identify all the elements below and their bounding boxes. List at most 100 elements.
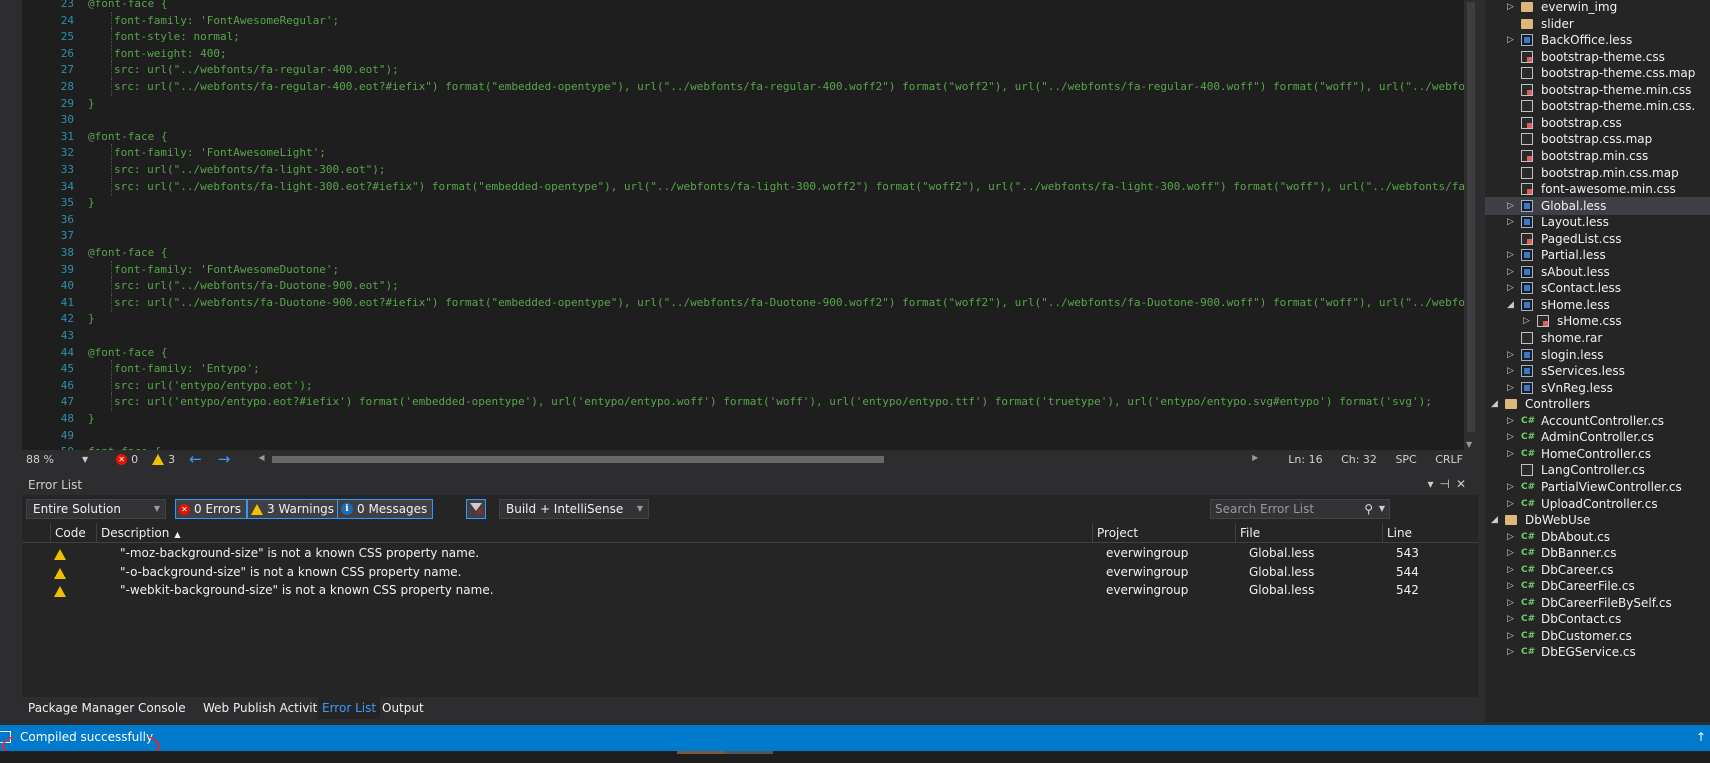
tree-item[interactable]: ◢ Controllers bbox=[1485, 395, 1710, 413]
tree-item[interactable]: bootstrap.min.css.map bbox=[1485, 164, 1710, 182]
tree-item[interactable]: ▷ sContact.less bbox=[1485, 279, 1710, 297]
tree-item[interactable]: ▷ C# DbBanner.cs bbox=[1485, 544, 1710, 562]
code-line[interactable]: 39 font-family: 'FontAwesomeDuotone'; bbox=[22, 260, 1462, 279]
expand-arrow-icon[interactable]: ▷ bbox=[1507, 31, 1514, 49]
tree-item[interactable]: ▷ sAbout.less bbox=[1485, 263, 1710, 281]
errors-filter-button[interactable]: ✕ 0 Errors bbox=[175, 499, 247, 519]
collapse-arrow-icon[interactable]: ◢ bbox=[1491, 395, 1498, 413]
expand-arrow-icon[interactable]: ▷ bbox=[1507, 445, 1514, 463]
tab-output[interactable]: Output bbox=[382, 697, 424, 719]
scroll-right-arrow-icon[interactable]: ▶ bbox=[1252, 453, 1258, 462]
tree-item[interactable]: ▷ C# DbCareerFileBySelf.cs bbox=[1485, 594, 1710, 612]
expand-arrow-icon[interactable]: ▷ bbox=[1507, 379, 1514, 397]
scroll-down-arrow-icon[interactable]: ▼ bbox=[1466, 440, 1472, 449]
tree-item[interactable]: bootstrap.css.map bbox=[1485, 130, 1710, 148]
column-icon[interactable] bbox=[22, 523, 50, 543]
expand-arrow-icon[interactable]: ▷ bbox=[1507, 197, 1514, 215]
expand-arrow-icon[interactable]: ▷ bbox=[1507, 544, 1514, 562]
tree-item[interactable]: ▷ C# UploadController.cs bbox=[1485, 495, 1710, 513]
expand-arrow-icon[interactable]: ▷ bbox=[1507, 495, 1514, 513]
tree-item[interactable]: ▷ sHome.css bbox=[1485, 312, 1710, 330]
nav-back-icon[interactable]: ← bbox=[189, 450, 202, 468]
code-line[interactable]: 28 src: url("../webfonts/fa-regular-400.e… bbox=[22, 78, 1478, 96]
tree-item[interactable]: ▷ C# PartialViewController.cs bbox=[1485, 478, 1710, 496]
tree-item[interactable]: ▷ C# AdminController.cs bbox=[1485, 428, 1710, 446]
window-menu-icon[interactable]: ▾ bbox=[1427, 477, 1439, 491]
tree-item[interactable]: ▷ C# DbAbout.cs bbox=[1485, 528, 1710, 546]
code-line[interactable]: 29} bbox=[22, 95, 1462, 113]
expand-arrow-icon[interactable]: ▷ bbox=[1507, 577, 1514, 595]
code-line[interactable]: 26 font-weight: 400; bbox=[22, 44, 1462, 63]
pin-icon[interactable]: ⊣ bbox=[1439, 477, 1455, 491]
code-line[interactable]: 24 font-family: 'FontAwesomeRegular'; bbox=[22, 11, 1462, 30]
tab-package-manager-console[interactable]: Package Manager Console bbox=[28, 697, 186, 719]
tree-item[interactable]: ▷ C# HomeController.cs bbox=[1485, 445, 1710, 463]
messages-filter-button[interactable]: i 0 Messages bbox=[337, 499, 434, 519]
expand-arrow-icon[interactable]: ▷ bbox=[1507, 346, 1514, 364]
column-description[interactable]: Description ▲ bbox=[96, 523, 1092, 543]
tree-item[interactable]: ▷ slogin.less bbox=[1485, 346, 1710, 364]
code-line[interactable]: 30 bbox=[22, 111, 1462, 129]
tree-item[interactable]: ▷ Global.less bbox=[1485, 196, 1710, 215]
vertical-scroll-thumb[interactable] bbox=[1467, 2, 1475, 432]
zoom-level[interactable]: 88 % bbox=[22, 453, 82, 466]
tree-item[interactable]: bootstrap-theme.min.css bbox=[1485, 81, 1710, 99]
scroll-left-arrow-icon[interactable]: ◀ bbox=[258, 453, 264, 462]
tree-item[interactable]: ▷ sServices.less bbox=[1485, 362, 1710, 380]
code-line[interactable]: 34 src: url("../webfonts/fa-light-300.eot… bbox=[22, 177, 1478, 196]
tree-item[interactable]: shome.rar bbox=[1485, 329, 1710, 347]
tree-item[interactable]: ▷ C# DbContact.cs bbox=[1485, 610, 1710, 628]
code-line[interactable]: 37 bbox=[22, 227, 1462, 245]
tab-error-list[interactable]: Error List bbox=[318, 697, 381, 719]
scope-dropdown[interactable]: Entire Solution ▼ bbox=[26, 499, 166, 519]
search-error-list-input[interactable]: Search Error List ⚲ ▼ bbox=[1210, 499, 1390, 519]
filter-clear-button[interactable]: ✕ bbox=[466, 499, 486, 519]
tree-item[interactable]: ▷ C# DbCustomer.cs bbox=[1485, 627, 1710, 645]
expand-arrow-icon[interactable]: ▷ bbox=[1507, 213, 1514, 231]
expand-arrow-icon[interactable]: ▷ bbox=[1507, 263, 1514, 281]
collapse-arrow-icon[interactable]: ◢ bbox=[1507, 296, 1514, 314]
publish-arrow-icon[interactable]: ↑ bbox=[1696, 730, 1706, 744]
tree-item[interactable]: ▷ Partial.less bbox=[1485, 246, 1710, 264]
code-line[interactable]: 31 @font-face { bbox=[22, 128, 1462, 146]
tree-item[interactable]: ▷ C# AccountController.cs bbox=[1485, 412, 1710, 430]
code-editor[interactable]: 23 @font-face {24 font-family: 'FontAwesom… bbox=[22, 0, 1478, 452]
whitespace-indicator[interactable]: SPC bbox=[1395, 453, 1416, 466]
code-line[interactable]: 47 src: url('entypo/entypo.eot?#iefix') f… bbox=[22, 393, 1462, 412]
tree-item[interactable]: ▷ C# DbCareerFile.cs bbox=[1485, 577, 1710, 595]
expand-arrow-icon[interactable]: ▷ bbox=[1507, 528, 1514, 546]
tree-item[interactable]: ▷ BackOffice.less bbox=[1485, 31, 1710, 49]
warnings-filter-button[interactable]: 3 Warnings bbox=[247, 499, 341, 519]
zoom-dropdown-icon[interactable]: ▼ bbox=[82, 455, 88, 464]
code-line[interactable]: 40 src: url("../webfonts/fa-Duotone-900.e… bbox=[22, 277, 1462, 296]
tree-item[interactable]: ▷ Layout.less bbox=[1485, 213, 1710, 231]
code-line[interactable]: 46 src: url('entypo/entypo.eot'); bbox=[22, 376, 1462, 395]
tree-item[interactable]: bootstrap-theme.css.map bbox=[1485, 64, 1710, 82]
code-line[interactable]: 35} bbox=[22, 194, 1462, 212]
code-line[interactable]: 41 src: url("../webfonts/fa-Duotone-900.e… bbox=[22, 293, 1478, 312]
tree-item[interactable]: LangController.cs bbox=[1485, 461, 1710, 479]
code-line[interactable]: 27 src: url("../webfonts/fa-regular-400.e… bbox=[22, 61, 1462, 80]
tab-web-publish-activity[interactable]: Web Publish Activity bbox=[203, 697, 324, 719]
code-line[interactable]: 42} bbox=[22, 310, 1462, 328]
warning-count[interactable]: 3 bbox=[168, 453, 175, 466]
expand-arrow-icon[interactable]: ▷ bbox=[1507, 428, 1514, 446]
error-list-row[interactable]: "-o-background-size" is not a known CSS … bbox=[22, 563, 1478, 582]
column-project[interactable]: Project bbox=[1092, 523, 1235, 543]
search-options-icon[interactable]: ▼ bbox=[1379, 500, 1385, 518]
expand-arrow-icon[interactable]: ▷ bbox=[1507, 412, 1514, 430]
search-icon[interactable]: ⚲ bbox=[1364, 500, 1373, 518]
code-line[interactable]: 45 font-family: 'Entypo'; bbox=[22, 360, 1462, 379]
tree-item[interactable]: ◢ sHome.less bbox=[1485, 296, 1710, 314]
error-count[interactable]: 0 bbox=[131, 453, 138, 466]
tree-item[interactable]: bootstrap-theme.css bbox=[1485, 48, 1710, 66]
expand-arrow-icon[interactable]: ▷ bbox=[1507, 279, 1514, 297]
expand-arrow-icon[interactable]: ▷ bbox=[1507, 643, 1514, 661]
code-line[interactable]: 49 bbox=[22, 427, 1462, 445]
tree-item[interactable]: ▷ C# DbEGService.cs bbox=[1485, 643, 1710, 661]
tree-item[interactable]: bootstrap.css bbox=[1485, 114, 1710, 132]
column-line[interactable]: Line bbox=[1382, 523, 1442, 543]
error-list-row[interactable]: "-webkit-background-size" is not a known… bbox=[22, 581, 1478, 600]
expand-arrow-icon[interactable]: ▷ bbox=[1507, 627, 1514, 645]
column-code[interactable]: Code bbox=[50, 523, 96, 543]
